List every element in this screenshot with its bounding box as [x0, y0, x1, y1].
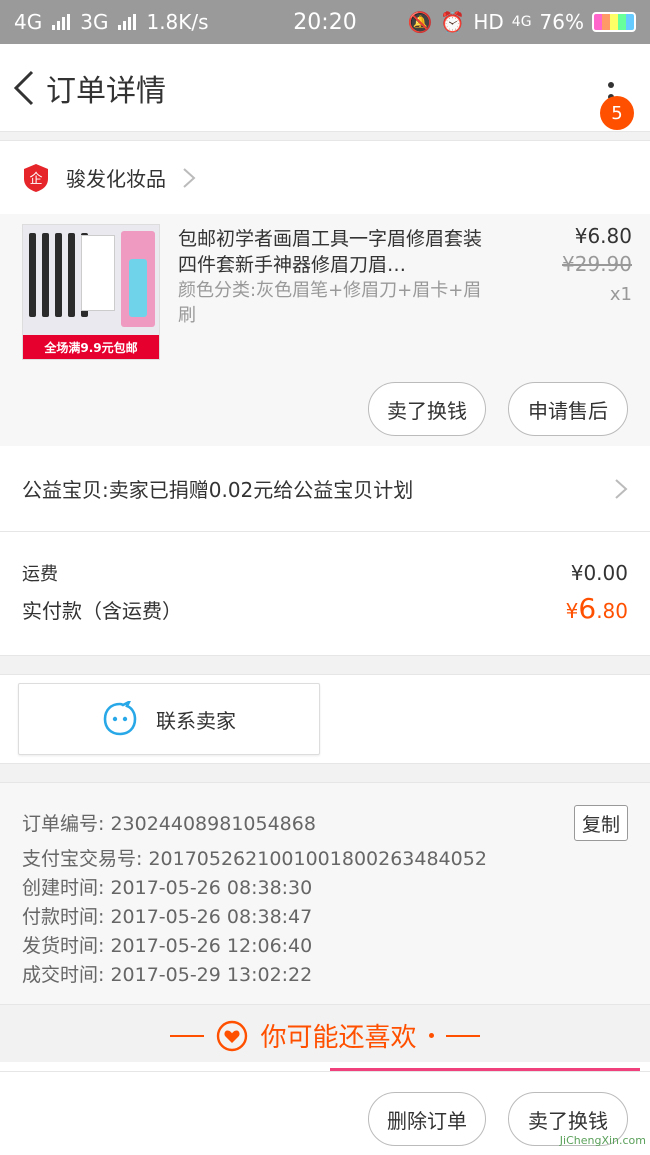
copy-button[interactable]: 复制 — [574, 805, 628, 841]
order-info: 订单编号: 23024408981054868 复制 支付宝交易号: 20170… — [0, 782, 650, 1004]
contact-seller-label: 联系卖家 — [156, 708, 236, 733]
paid-currency: ¥ — [565, 599, 579, 623]
alipay-number: 支付宝交易号: 2017052621001001800263484052 — [22, 848, 487, 870]
network-label: 4G — [14, 10, 43, 34]
hd-network-label: 4G — [511, 14, 532, 30]
network-speed: 1.8K/s — [146, 10, 209, 34]
charity-text: 公益宝贝:卖家已捐赠0.02元给公益宝贝计划 — [22, 478, 414, 502]
product-title: 包邮初学者画眉工具一字眉修眉套装四件套新手神器修眉刀眉… — [178, 228, 483, 276]
paid-label: 实付款（含运费） — [22, 599, 182, 623]
sell-button[interactable]: 卖了换钱 — [368, 382, 486, 436]
product-original-price: ¥29.90 — [562, 252, 632, 276]
alarm-icon: ⏰ — [440, 10, 466, 34]
back-button[interactable] — [8, 58, 40, 118]
product-price: ¥6.80 — [574, 224, 632, 248]
order-item[interactable]: 全场满9.9元包邮 包邮初学者画眉工具一字眉修眉套装四件套新手神器修眉刀眉… 颜… — [0, 214, 650, 446]
after-sale-button[interactable]: 申请售后 — [508, 382, 628, 436]
shipping-row: 运费 ¥0.00 — [22, 560, 628, 586]
paid-dec: .80 — [596, 599, 628, 623]
battery-percent: 76% — [539, 10, 584, 34]
product-sku: 颜色分类:灰色眉笔+修眉刀+眉卡+眉刷 — [178, 280, 482, 326]
charity-row[interactable]: 公益宝贝:卖家已捐赠0.02元给公益宝贝计划 — [0, 446, 650, 532]
dot-icon — [608, 82, 614, 88]
shipped-time: 发货时间: 2017-05-26 12:06:40 — [22, 935, 313, 957]
completed-time: 成交时间: 2017-05-29 13:02:22 — [22, 964, 313, 986]
divider-dot — [428, 1033, 434, 1038]
shop-name: 骏发化妆品 — [66, 167, 166, 191]
hd-label: HD — [473, 10, 504, 34]
notification-badge: 5 — [600, 96, 634, 130]
mute-icon: 🔕 — [407, 10, 433, 34]
signal-icon — [52, 14, 71, 30]
shop-row[interactable]: 企 骏发化妆品 — [0, 140, 650, 214]
shop-badge-icon: 企 — [24, 163, 48, 192]
watermark: JiChengXin.com — [559, 1134, 646, 1147]
heart-icon — [217, 1020, 248, 1051]
divider-line — [170, 1034, 205, 1037]
recommend-title: 你可能还喜欢 — [260, 1023, 417, 1053]
paid-total: ¥6.80 — [566, 592, 628, 625]
chevron-right-icon — [183, 167, 196, 188]
shipping-label: 运费 — [22, 564, 58, 585]
created-time: 创建时间: 2017-05-26 08:38:30 — [22, 877, 313, 899]
signal-icon-2 — [118, 14, 137, 30]
status-left: 4G 3G 1.8K/s — [14, 10, 209, 34]
delete-order-button[interactable]: 删除订单 — [368, 1092, 486, 1146]
nav-bar: 订单详情 5 — [0, 44, 650, 132]
order-number: 订单编号: 23024408981054868 — [22, 813, 316, 835]
order-card: 企 骏发化妆品 全场满9.9元包邮 包邮初学者画眉工具一字眉修眉套装四件套新手神… — [0, 140, 650, 656]
divider-line — [445, 1034, 480, 1037]
shipping-value: ¥0.00 — [570, 561, 628, 585]
recommend-header: 你可能还喜欢 — [0, 1004, 650, 1066]
paid-time: 付款时间: 2017-05-26 08:38:47 — [22, 906, 313, 928]
battery-icon — [592, 12, 636, 32]
pencils-graphic — [29, 233, 88, 317]
chat-bubble-icon — [103, 701, 137, 736]
page-title: 订单详情 — [46, 73, 166, 109]
network-label-2: 3G — [80, 10, 109, 34]
contact-seller-button[interactable]: 联系卖家 — [18, 683, 320, 755]
contact-section: 联系卖家 — [0, 674, 650, 764]
fee-section: 运费 ¥0.00 实付款（含运费） ¥6.80 — [0, 532, 650, 656]
status-right: 🔕 ⏰ HD 4G 76% — [408, 10, 636, 34]
paid-int: 6 — [578, 592, 597, 625]
status-bar: 4G 3G 1.8K/s 20:20 🔕 ⏰ HD 4G 76% — [0, 0, 650, 44]
razor-package-graphic — [121, 231, 155, 327]
chevron-right-icon — [615, 478, 628, 499]
product-thumbnail[interactable]: 全场满9.9元包邮 — [22, 224, 160, 360]
chevron-left-icon — [13, 70, 34, 105]
brow-card-graphic — [81, 235, 115, 311]
paid-row: 实付款（含运费） ¥6.80 — [22, 592, 628, 625]
product-quantity: x1 — [609, 284, 632, 305]
thumbnail-banner: 全场满9.9元包邮 — [23, 335, 159, 359]
svg-text:企: 企 — [29, 171, 42, 187]
